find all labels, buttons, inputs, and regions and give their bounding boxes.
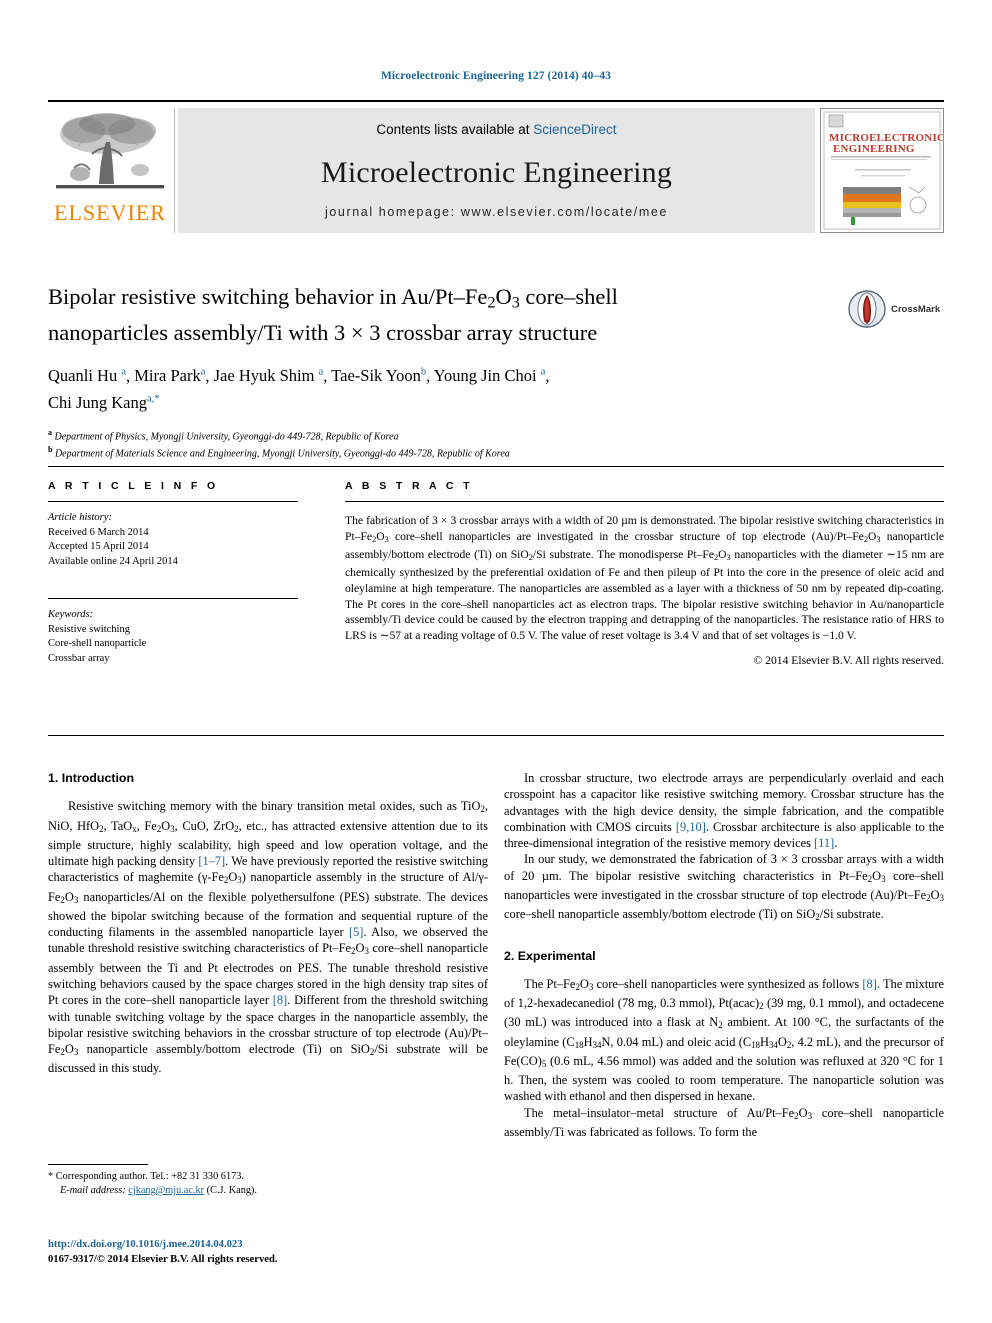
title-line-2: nanoparticles assembly/Ti with 3 × 3 cro… xyxy=(48,319,598,345)
intro-paragraph-2: In crossbar structure, two electrode arr… xyxy=(504,771,945,851)
running-head: Microelectronic Engineering 127 (2014) 4… xyxy=(380,70,612,82)
abstract-text: The fabrication of 3 × 3 crossbar arrays… xyxy=(345,514,945,642)
abstract-divider xyxy=(345,501,944,502)
body-column-left: 1. Introduction Resistive switching memo… xyxy=(48,770,488,1077)
corresponding-author-note: * Corresponding author. Tel.: +82 31 330… xyxy=(48,1170,488,1198)
history-received: Received 6 March 2014 xyxy=(48,526,149,538)
sciencedirect-link[interactable]: ScienceDirect xyxy=(533,122,616,137)
crossmark-icon xyxy=(848,290,886,328)
journal-masthead: ELSEVIER Contents lists available at Sci… xyxy=(48,100,944,236)
doi-link[interactable]: http://dx.doi.org/10.1016/j.mee.2014.04.… xyxy=(48,1238,488,1253)
elsevier-logo: ELSEVIER xyxy=(48,108,175,233)
keywords-block: Keywords: Resistive switching Core-shell… xyxy=(48,608,298,666)
document-footer: http://dx.doi.org/10.1016/j.mee.2014.04.… xyxy=(48,1238,488,1267)
info-rule-bottom xyxy=(48,735,944,736)
email-owner: (C.J. Kang). xyxy=(206,1185,258,1196)
journal-title: Microelectronic Engineering xyxy=(320,156,673,189)
affiliations: a Department of Physics, Myongji Univers… xyxy=(48,426,808,462)
abstract-panel: A B S T R A C T The fabrication of 3 × 3… xyxy=(345,480,944,667)
contents-label: Contents lists available at xyxy=(376,122,530,137)
body-column-right: In crossbar structure, two electrode arr… xyxy=(504,770,944,1140)
journal-cover-thumbnail: MICROELECTRONIC ENGINEERING xyxy=(820,108,944,233)
citation-ref[interactable]: [11] xyxy=(814,836,834,850)
article-history: Article history: Received 6 March 2014 A… xyxy=(48,511,298,569)
author-3: Jae Hyuk Shim a xyxy=(213,366,324,386)
paper-page: Microelectronic Engineering 127 (2014) 4… xyxy=(0,0,992,1323)
history-label: Article history: xyxy=(48,512,112,523)
author-5: Young Jin Choi a xyxy=(433,366,546,386)
affiliation-b-text: Department of Materials Science and Engi… xyxy=(54,448,510,460)
keyword-item: Core-shell nanoparticle xyxy=(48,638,147,649)
info-rule-top xyxy=(48,466,944,467)
crossmark-label: CrossMark xyxy=(891,303,941,315)
citation-ref[interactable]: [1–7] xyxy=(198,854,225,868)
section-heading-introduction: 1. Introduction xyxy=(48,771,135,785)
history-available-online: Available online 24 April 2014 xyxy=(48,555,178,567)
intro-paragraph-3: In our study, we demonstrated the fabric… xyxy=(504,852,944,923)
author-4: Tae-Sik Yoonb xyxy=(331,366,427,386)
masthead-center: Contents lists available at ScienceDirec… xyxy=(178,108,815,233)
article-info-panel: A R T I C L E I N F O Article history: R… xyxy=(48,480,298,666)
affiliation-b: b Department of Materials Science and En… xyxy=(48,445,510,460)
email-link[interactable]: cjkang@mju.ac.kr xyxy=(128,1185,204,1196)
history-accepted: Accepted 15 April 2014 xyxy=(48,541,149,552)
keyword-item: Resistive switching xyxy=(48,623,130,635)
keyword-item: Crossbar array xyxy=(48,652,110,664)
elsevier-tree-icon xyxy=(52,108,168,200)
title-block: Bipolar resistive switching behavior in … xyxy=(48,282,808,461)
keywords-label: Keywords: xyxy=(48,609,94,620)
author-list: Quanli Hu a, Mira Parka, Jae Hyuk Shim a… xyxy=(48,366,550,412)
article-info-divider xyxy=(48,501,298,502)
affiliation-a-text: Department of Physics, Myongji Universit… xyxy=(54,430,399,442)
email-label: E-mail address: xyxy=(60,1185,126,1196)
citation-ref[interactable]: [5] xyxy=(349,925,363,939)
title-line-1: Bipolar resistive switching behavior in … xyxy=(48,284,618,312)
citation-ref[interactable]: [9,10] xyxy=(676,820,706,834)
svg-text:ENGINEERING: ENGINEERING xyxy=(833,143,915,155)
section-heading-experimental: 2. Experimental xyxy=(504,948,596,963)
intro-paragraph-1: Resistive switching memory with the bina… xyxy=(48,799,489,1076)
elsevier-wordmark: ELSEVIER xyxy=(54,200,166,225)
abstract-heading: A B S T R A C T xyxy=(345,480,473,492)
contents-line: Contents lists available at ScienceDirec… xyxy=(178,122,815,137)
author-1: Quanli Hu a xyxy=(48,366,126,386)
affiliation-a: a Department of Physics, Myongji Univers… xyxy=(48,427,399,442)
journal-homepage[interactable]: journal homepage: www.elsevier.com/locat… xyxy=(178,205,815,219)
email-line: E-mail address: cjkang@mju.ac.kr (C.J. K… xyxy=(48,1184,488,1198)
author-6: Chi Jung Kanga,* xyxy=(48,392,160,412)
issn-copyright-line: 0167-9317/© 2014 Elsevier B.V. All right… xyxy=(48,1253,278,1265)
experimental-paragraph-1: The Pt–Fe2O3 core–shell nanoparticles we… xyxy=(504,976,945,1104)
corresponding-marker: * xyxy=(48,1171,54,1182)
citation-ref[interactable]: [8] xyxy=(273,993,287,1007)
corresponding-line: * Corresponding author. Tel.: +82 31 330… xyxy=(48,1170,488,1184)
crossmark-badge[interactable]: CrossMark xyxy=(848,288,944,330)
keywords-divider xyxy=(48,598,298,599)
experimental-paragraph-2: The metal–insulator–metal structure of A… xyxy=(504,1105,944,1139)
page-title: Bipolar resistive switching behavior in … xyxy=(48,282,808,347)
author-2: Mira Parka xyxy=(134,366,206,386)
citation-ref[interactable]: [8] xyxy=(862,977,876,991)
corresponding-text: Corresponding author. Tel.: +82 31 330 6… xyxy=(55,1171,244,1182)
footnote-rule xyxy=(48,1164,148,1165)
abstract-copyright: © 2014 Elsevier B.V. All rights reserved… xyxy=(753,654,944,668)
article-info-heading: A R T I C L E I N F O xyxy=(48,480,219,492)
